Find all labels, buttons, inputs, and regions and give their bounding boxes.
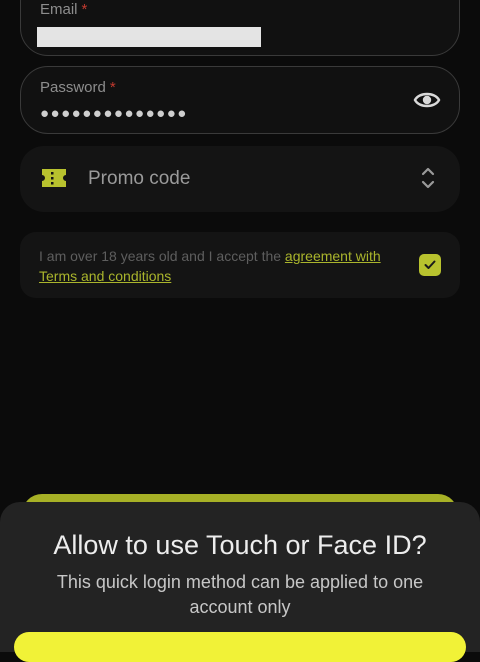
promo-code-label: Promo code <box>88 168 191 189</box>
password-value: ●●●●●●●●●●●●●● <box>40 105 188 122</box>
password-label: Password * <box>40 79 116 96</box>
sheet-subtitle: This quick login method can be applied t… <box>56 572 424 617</box>
password-field[interactable]: Password * ●●●●●●●●●●●●●● <box>20 66 460 134</box>
agreement-text: I am over 18 years old and I accept the … <box>39 248 381 284</box>
promo-code-selector[interactable]: Promo code <box>20 146 460 212</box>
email-field[interactable]: Email * <box>20 0 460 56</box>
chevron-updown-icon <box>421 167 435 189</box>
required-mark: * <box>109 79 116 96</box>
biometric-bottom-sheet: Allow to use Touch or Face ID? This quic… <box>0 502 480 662</box>
allow-biometric-button[interactable] <box>14 632 466 662</box>
checkmark-icon <box>424 260 436 269</box>
required-mark: * <box>81 1 88 18</box>
agreement-checkbox[interactable] <box>419 254 441 276</box>
eye-icon[interactable] <box>413 89 441 111</box>
ticket-icon <box>42 169 66 187</box>
agreement-row: I am over 18 years old and I accept the … <box>20 232 460 298</box>
sheet-title: Allow to use Touch or Face ID? <box>53 530 427 560</box>
email-label: Email * <box>40 1 88 18</box>
email-value-redacted <box>37 27 261 47</box>
